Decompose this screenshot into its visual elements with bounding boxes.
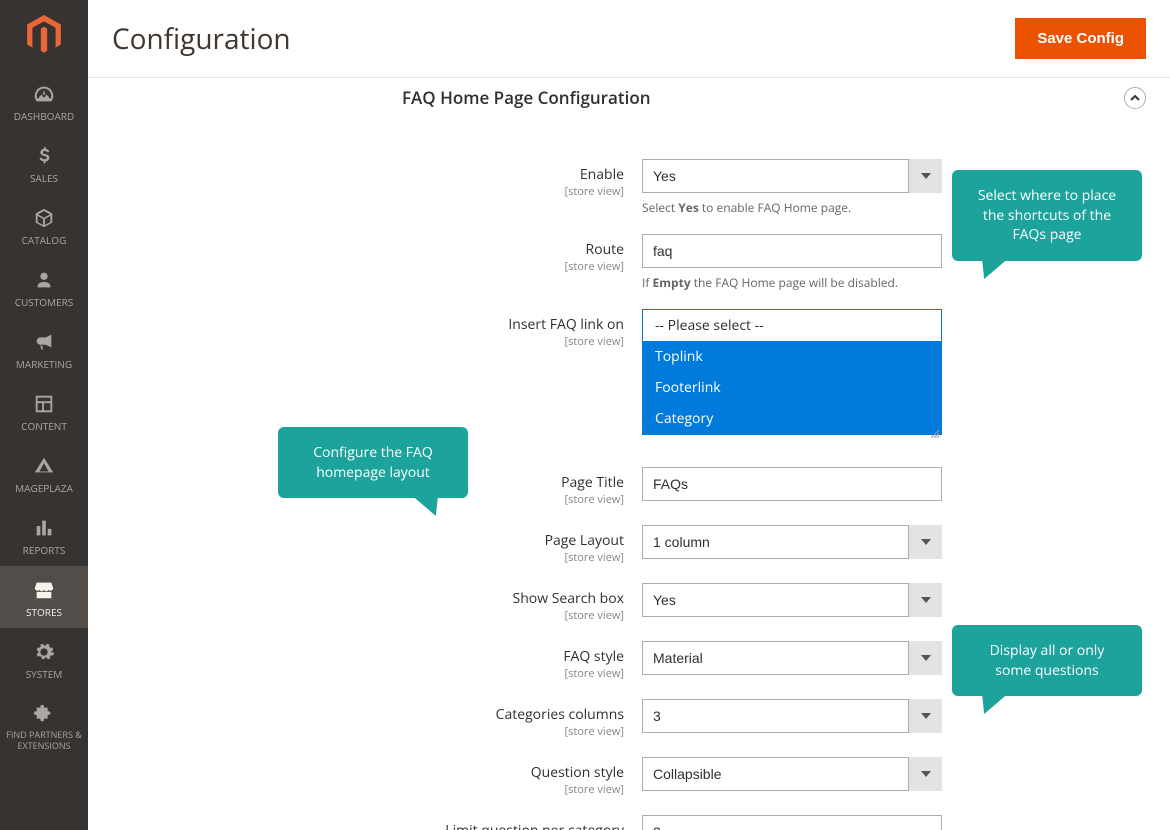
field-label: FAQ style [112,647,624,666]
box-icon [33,206,55,230]
field-page-layout: Page Layout [store view] 1 column [112,525,1146,565]
gear-icon [33,640,55,664]
page-header: Configuration Save Config [88,0,1170,78]
field-label: Limit question per category [112,821,624,830]
nav-reports[interactable]: REPORTS [0,504,88,566]
field-page-title: Page Title [store view] [112,467,1146,507]
nav-stores[interactable]: STORES [0,566,88,628]
nav-mageplaza[interactable]: MAGEPLAZA [0,442,88,504]
nav-label: MAGEPLAZA [15,482,73,494]
callout-questions: Display all or only some questions [952,625,1142,696]
scope-label: [store view] [112,184,624,199]
field-label: Show Search box [112,589,624,608]
field-limit: Limit question per category [store view] [112,815,1146,830]
chevron-up-icon [1130,93,1140,103]
scope-label: [store view] [112,334,624,349]
nav-customers[interactable]: CUSTOMERS [0,256,88,318]
gauge-icon [33,82,55,106]
question-style-select[interactable]: Collapsible [642,757,942,791]
nav-label: CUSTOMERS [15,296,74,308]
nav-label: CONTENT [21,420,67,432]
nav-system[interactable]: SYSTEM [0,628,88,690]
field-label: Enable [112,165,624,184]
field-label: Question style [112,763,624,782]
enable-select[interactable]: Yes [642,159,942,193]
admin-sidebar: DASHBOARD SALES CATALOG CUSTOMERS MARKET… [0,0,88,830]
nav-sales[interactable]: SALES [0,132,88,194]
nav-label: DASHBOARD [14,110,74,122]
route-input[interactable] [642,234,942,268]
nav-label: REPORTS [23,544,66,556]
field-question-style: Question style [store view] Collapsible [112,757,1146,797]
field-search-box: Show Search box [store view] Yes [112,583,1146,623]
insert-link-multiselect[interactable]: -- Please select -- Toplink Footerlink C… [642,309,942,435]
multiselect-option[interactable]: Toplink [643,341,941,372]
section-header[interactable]: FAQ Home Page Configuration [112,86,1146,119]
field-label: Page Layout [112,531,624,550]
multiselect-option[interactable]: -- Please select -- [643,310,941,341]
page-title: Configuration [112,20,1015,58]
nav-dashboard[interactable]: DASHBOARD [0,70,88,132]
nav-label: SYSTEM [26,668,63,680]
person-icon [33,268,55,292]
page-layout-select[interactable]: 1 column [642,525,942,559]
multiselect-option[interactable]: Category [643,403,941,434]
limit-input[interactable] [642,815,942,830]
field-hint: Select Yes to enable FAQ Home page. [642,199,942,216]
scope-label: [store view] [112,666,624,681]
nav-catalog[interactable]: CATALOG [0,194,88,256]
multiselect-option[interactable]: Footerlink [643,372,941,403]
nav-label: CATALOG [22,234,67,246]
field-insert-link: Insert FAQ link on [store view] -- Pleas… [112,309,1146,435]
nav-label: STORES [26,606,62,618]
dollar-icon [33,144,55,168]
magento-logo[interactable] [0,0,88,70]
puzzle-icon [33,702,55,726]
layout-icon [33,392,55,416]
nav-partners[interactable]: FIND PARTNERS & EXTENSIONS [0,690,88,762]
cat-columns-select[interactable]: 3 [642,699,942,733]
field-hint: If Empty the FAQ Home page will be disab… [642,274,942,291]
megaphone-icon [33,330,55,354]
page-title-input[interactable] [642,467,942,501]
tent-icon [33,454,55,478]
field-label: Categories columns [112,705,624,724]
scope-label: [store view] [112,724,624,739]
field-label: Route [112,240,624,259]
callout-shortcuts: Select where to place the shortcuts of t… [952,170,1142,261]
nav-label: SALES [30,172,58,184]
storefront-icon [33,578,55,602]
nav-content[interactable]: CONTENT [0,380,88,442]
collapse-toggle[interactable] [1124,87,1146,109]
scope-label: [store view] [112,259,624,274]
nav-label: MARKETING [16,358,72,370]
search-box-select[interactable]: Yes [642,583,942,617]
nav-marketing[interactable]: MARKETING [0,318,88,380]
field-label: Insert FAQ link on [112,315,624,334]
nav-label: FIND PARTNERS & EXTENSIONS [4,730,84,752]
bars-icon [33,516,55,540]
scope-label: [store view] [112,550,624,565]
scope-label: [store view] [112,608,624,623]
scope-label: [store view] [112,782,624,797]
save-config-button[interactable]: Save Config [1015,18,1146,59]
section-title: FAQ Home Page Configuration [402,86,1124,109]
callout-layout: Configure the FAQ homepage layout [278,427,468,498]
resize-handle-icon[interactable] [931,424,939,432]
faq-style-select[interactable]: Material [642,641,942,675]
